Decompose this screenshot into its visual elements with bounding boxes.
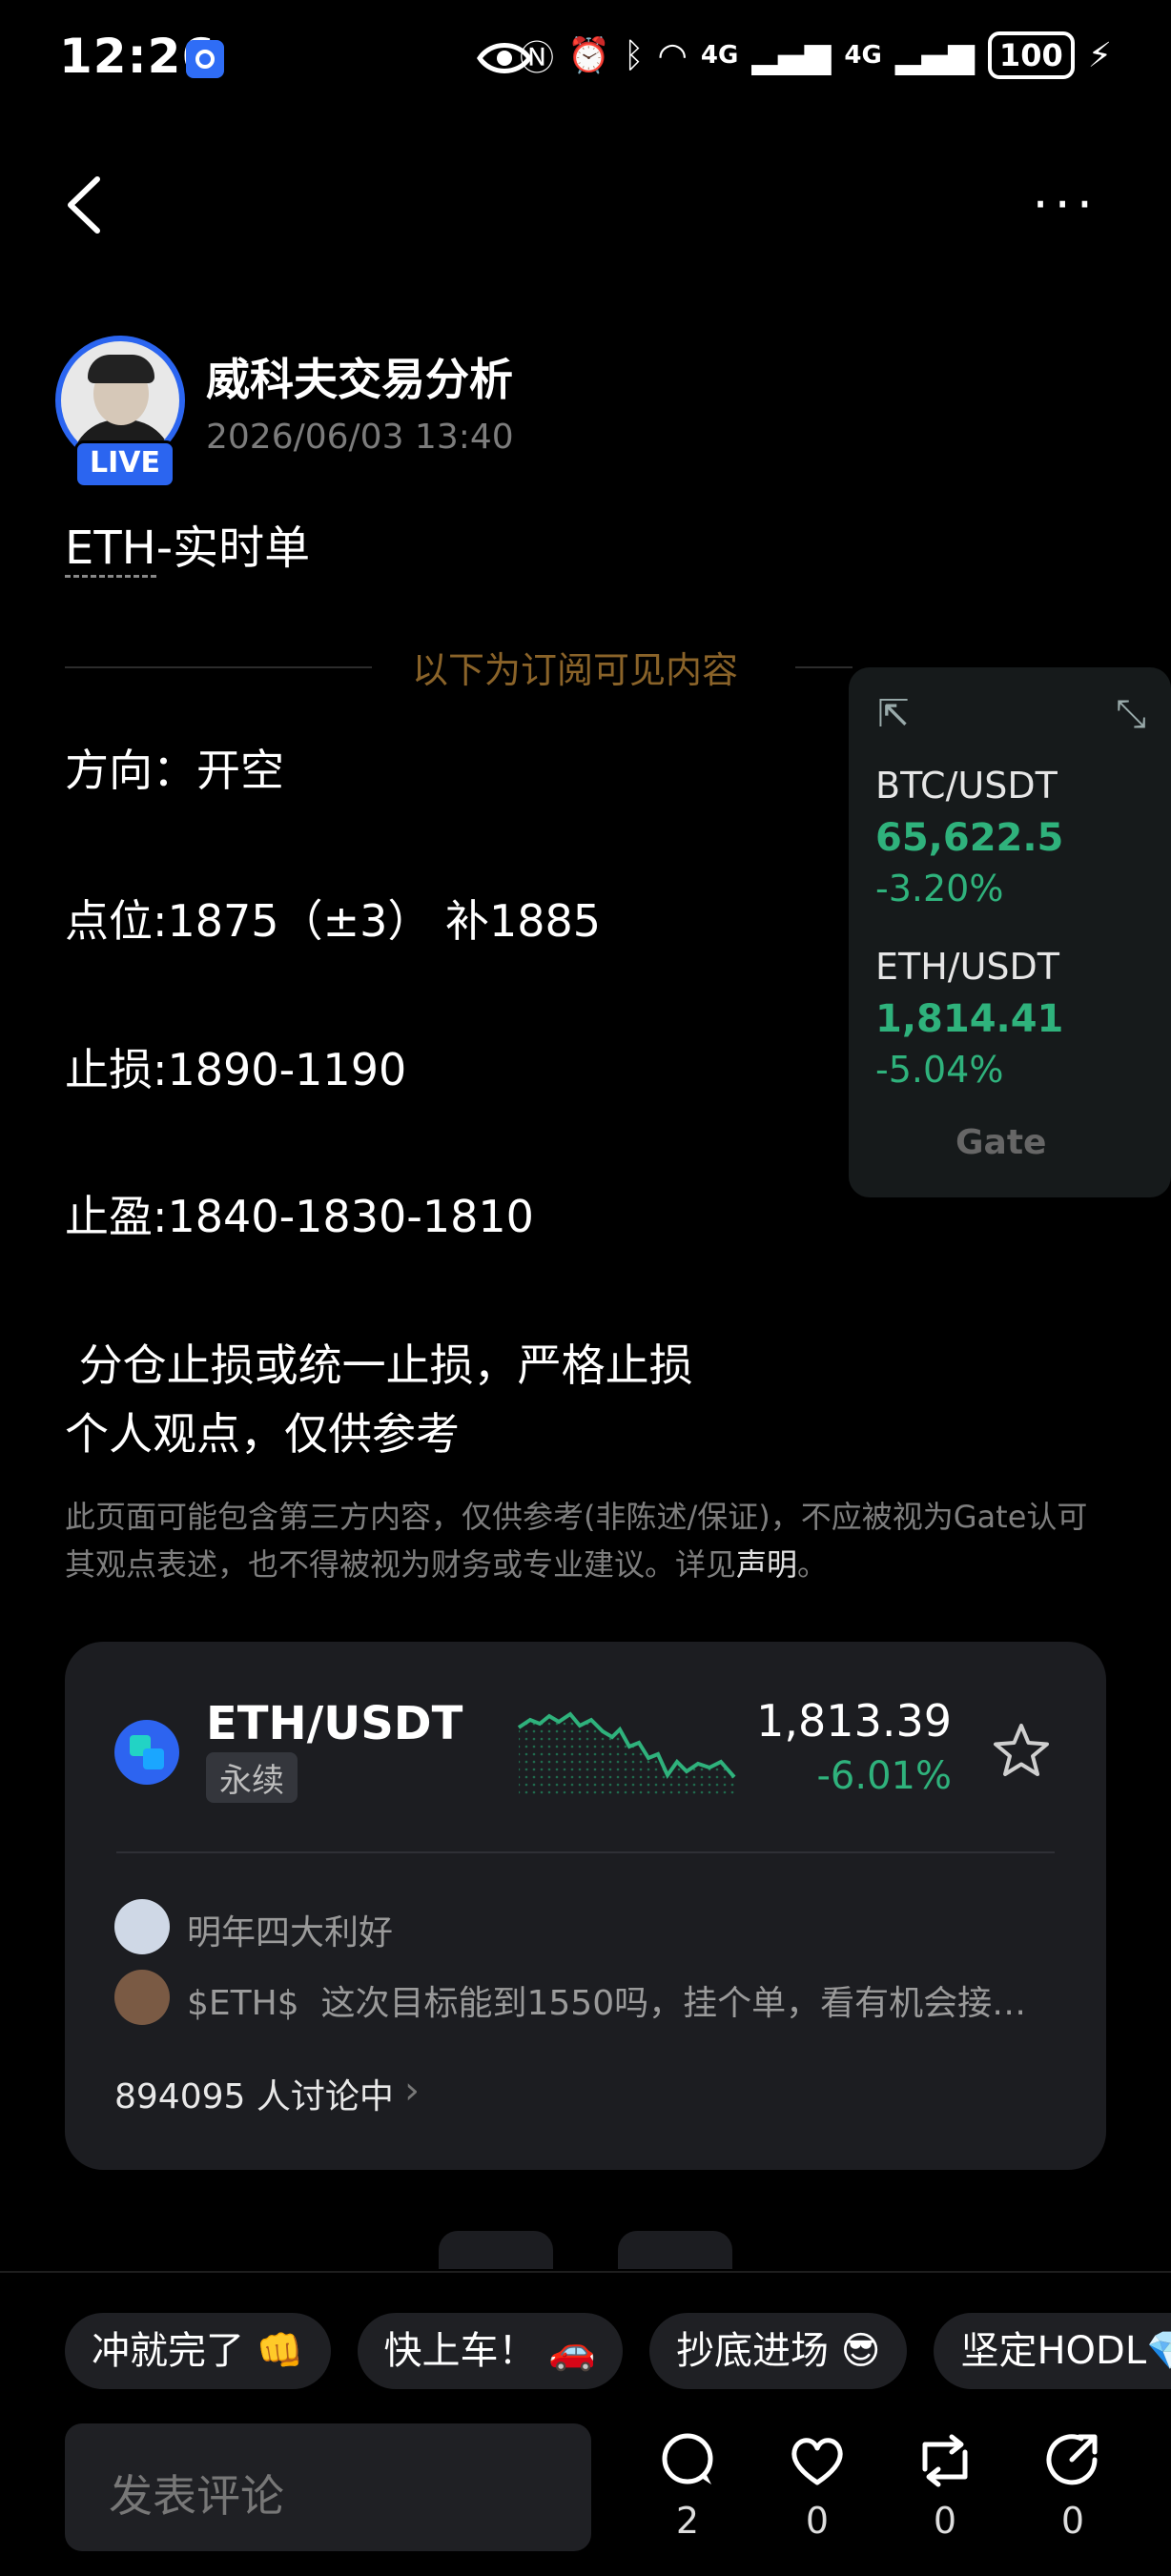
comment-preview: $ETH$ 这次目标能到1550吗，挂个单，看有机会接… xyxy=(187,1984,1027,2023)
widget-pair: BTC/USDT xyxy=(875,765,1058,807)
widget-price: 1,814.41 xyxy=(875,997,1064,1041)
live-badge: LIVE xyxy=(74,440,175,488)
gate-logo: Gate xyxy=(955,1123,1047,1162)
nfc-icon: Ⓝ xyxy=(520,39,555,78)
widget-collapse-icon[interactable]: ⤡ xyxy=(1116,692,1146,736)
post-date: 2026/06/03 13:40 xyxy=(206,418,514,457)
quick-replies: 冲就完了 👊 快上车！ 🚗 抄底进场 😎 坚定HODL💎 xyxy=(65,2313,1171,2389)
repost-count: 0 xyxy=(933,2500,957,2542)
signal-icon: 4G xyxy=(700,41,739,70)
card-divider xyxy=(116,1851,1055,1853)
discussion-count[interactable]: 894095 人讨论中 xyxy=(114,2069,394,2118)
card-price: 1,813.39 xyxy=(756,1695,952,1747)
comment-placeholder: 发表评论 xyxy=(109,2470,284,2522)
app-notification-icon xyxy=(186,40,224,78)
widget-pair: ETH/USDT xyxy=(875,946,1060,988)
subscriber-divider-text: 以下为订阅可见内容 xyxy=(412,649,739,691)
post-line: 止盈:1840-1830-1810 xyxy=(65,1191,534,1242)
disclaimer: 此页面可能包含第三方内容，仅供参考(非陈述/保证)，不应被视为Gate认可其观点… xyxy=(65,1493,1114,1588)
post-line: 点位:1875（±3） 补1885 xyxy=(65,895,602,947)
back-icon[interactable] xyxy=(59,172,116,238)
perpetual-tag: 永续 xyxy=(206,1752,298,1803)
like-button[interactable]: 0 xyxy=(774,2431,860,2542)
widget-change: -5.04% xyxy=(875,1049,1004,1091)
widget-price: 65,622.5 xyxy=(875,816,1064,860)
signal-bars-icon-2: ▂▄▆ xyxy=(894,35,975,75)
disclaimer-link[interactable]: 声明 xyxy=(736,1546,797,1583)
repost-icon xyxy=(922,2434,968,2487)
favorite-star-icon[interactable] xyxy=(992,1722,1051,1781)
ticker-link[interactable]: ETH xyxy=(65,521,156,578)
charging-icon: ⚡ xyxy=(1087,35,1112,75)
eth-coin-icon xyxy=(114,1720,179,1785)
share-button[interactable]: 0 xyxy=(1030,2431,1116,2542)
comment-count: 2 xyxy=(675,2500,700,2542)
widget-change: -3.20% xyxy=(875,868,1004,910)
post-title: ETH-实时单 xyxy=(65,510,311,578)
post-line: 止损:1890-1190 xyxy=(65,1044,407,1095)
share-count: 0 xyxy=(1060,2500,1085,2542)
post-line: 分仓止损或统一止损，严格止损 xyxy=(65,1339,693,1391)
repost-button[interactable]: 0 xyxy=(902,2431,988,2542)
divider-right xyxy=(795,666,853,668)
commenter-avatar xyxy=(114,1970,170,2025)
comment-preview: 明年四大利好 xyxy=(187,1913,394,1952)
bottom-bar: 冲就完了 👊 快上车！ 🚗 抄底进场 😎 坚定HODL💎 发表评论 2 0 0 … xyxy=(0,2271,1171,2576)
more-options-icon[interactable]: ··· xyxy=(1033,179,1099,231)
quick-reply-chip[interactable]: 冲就完了 👊 xyxy=(65,2313,331,2389)
comment-input[interactable]: 发表评论 xyxy=(65,2423,591,2551)
bluetooth-icon: ᛒ xyxy=(623,35,645,75)
widget-open-icon[interactable]: ⇱ xyxy=(877,692,910,736)
card-pair: ETH/USDT xyxy=(206,1697,463,1750)
scroll-hint xyxy=(439,2231,553,2269)
price-sparkline xyxy=(517,1711,736,1794)
battery-indicator: 100 xyxy=(987,31,1075,79)
disclaimer-end: 。 xyxy=(797,1546,829,1583)
chevron-right-icon[interactable]: › xyxy=(404,2069,420,2113)
disclaimer-text: 此页面可能包含第三方内容，仅供参考(非陈述/保证)，不应被视为Gate认可其观点… xyxy=(65,1499,1088,1583)
comment-button[interactable]: 2 xyxy=(645,2431,730,2542)
quick-reply-chip[interactable]: 抄底进场 😎 xyxy=(649,2313,908,2389)
quick-reply-chip[interactable]: 快上车！ 🚗 xyxy=(357,2313,624,2389)
wifi-icon: ◠ xyxy=(657,35,688,75)
heart-icon xyxy=(791,2438,843,2485)
commenter-avatar xyxy=(114,1899,170,1954)
like-count: 0 xyxy=(805,2500,830,2542)
market-card[interactable]: ETH/USDT 永续 1,813.39 -6.01% 明年四大利好 $ETH$… xyxy=(65,1642,1106,2170)
scroll-hint xyxy=(618,2231,732,2269)
status-bar: 12:26 Ⓝ ⏰ ᛒ ◠ 4G ▂▄▆ 4G ▂▄▆ 100 ⚡ xyxy=(0,0,1171,114)
post-title-rest: -实时单 xyxy=(155,521,311,575)
alarm-icon: ⏰ xyxy=(567,36,610,75)
share-icon xyxy=(1046,2434,1098,2485)
post-line: 个人观点，仅供参考 xyxy=(65,1408,460,1460)
card-change: -6.01% xyxy=(816,1754,952,1798)
price-widget[interactable]: ⇱ ⤡ BTC/USDT 65,622.5 -3.20% ETH/USDT 1,… xyxy=(849,667,1171,1197)
signal-icon-2: 4G xyxy=(844,41,882,70)
signal-bars-icon: ▂▄▆ xyxy=(751,35,832,75)
status-icons: Ⓝ ⏰ ᛒ ◠ 4G ▂▄▆ 4G ▂▄▆ 100 ⚡ xyxy=(520,31,1112,80)
quick-reply-chip[interactable]: 坚定HODL💎 xyxy=(934,2313,1171,2389)
divider-left xyxy=(65,666,372,668)
post-line: 方向：开空 xyxy=(65,745,284,796)
comment-icon xyxy=(662,2433,713,2484)
author-name[interactable]: 威科夫交易分析 xyxy=(206,345,513,408)
